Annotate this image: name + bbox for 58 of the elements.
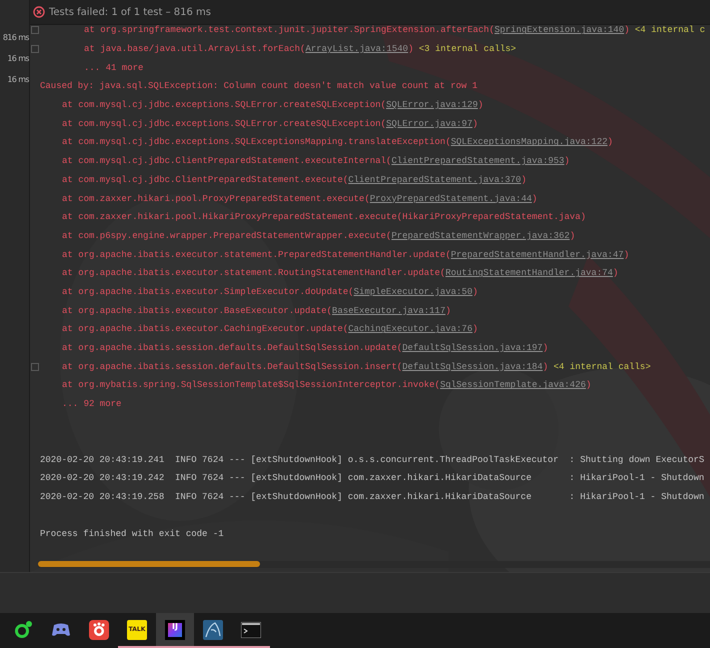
- log-line: 2020-02-20 20:43:19.258 INFO 7624 --- [extShutdownHook] com.zaxxer.hikari.HikariDataSource : HikariPool-1 - Shutdown: [40, 492, 704, 502]
- source-link[interactable]: CachingExecutor.java:76: [348, 324, 472, 334]
- source-link[interactable]: BaseExecutor.java:117: [332, 306, 446, 316]
- source-link[interactable]: ArrayList.java:1540: [305, 44, 408, 54]
- stack-frame: at com.zaxxer.hikari.pool.HikariProxyPreparedStatement.execute(HikariProxyPreparedStatement.java): [62, 212, 586, 222]
- stack-frame: at com.mysql.cj.jdbc.exceptions.SQLExceptionsMapping.translateException(SQLExceptionsMapping.java:122): [62, 137, 613, 148]
- exit-message: Process finished with exit code -1: [40, 528, 224, 539]
- stack-frame: at com.mysql.cj.jdbc.exceptions.SQLError.createSQLException(SQLError.java:129): [62, 100, 484, 110]
- test-duration: 16 ms: [7, 53, 29, 65]
- source-link[interactable]: ProxyPreparedStatement.java:44: [370, 194, 532, 204]
- source-link[interactable]: SQLExceptionsMapping.java:122: [450, 137, 608, 148]
- ide-icon: IJ: [165, 620, 185, 640]
- controller-icon: [51, 620, 71, 639]
- camera-icon: [89, 620, 109, 640]
- log-line: 2020-02-20 20:43:19.241 INFO 7624 --- [extShutdownHook] o.s.s.concurrent.ThreadPoolTaskExecutor : Shutting down ExecutorS: [40, 454, 704, 465]
- source-link[interactable]: SQLError.java:97: [386, 118, 472, 129]
- stack-frame: at org.apache.ibatis.executor.BaseExecutor.update(BaseExecutor.java:117): [62, 306, 451, 316]
- test-duration: 816 ms: [2, 32, 29, 44]
- stack-frame: at org.apache.ibatis.session.defaults.DefaultSqlSession.insert(DefaultSqlSession.java:184): [62, 362, 548, 372]
- stack-frame: at com.mysql.cj.jdbc.ClientPreparedStatement.executeInternal(ClientPreparedStatement.java:953): [62, 156, 570, 166]
- source-link[interactable]: PreparedStatementWrapper.java:362: [391, 230, 570, 241]
- log-line: 2020-02-20 20:43:19.242 INFO 7624 --- [extShutdownHook] com.zaxxer.hikari.HikariDataSource : HikariPool-1 - Shutdown: [40, 473, 704, 484]
- source-link[interactable]: PreparedStatementHandler.java:47: [450, 250, 624, 260]
- stack-frame: at org.apache.ibatis.session.defaults.DefaultSqlSession.update(DefaultSqlSession.java:197): [62, 343, 548, 354]
- test-status: Tests failed: 1 of 1 test – 816 ms: [49, 6, 212, 18]
- stack-frame: at com.zaxxer.hikari.pool.ProxyPreparedStatement.execute(ProxyPreparedStatement.java:44): [62, 194, 538, 204]
- stack-frame: at org.apache.ibatis.executor.statement.PreparedStatementHandler.update(PreparedStatementHandler.java:47): [62, 250, 630, 260]
- scrollbar-thumb[interactable]: [38, 561, 260, 568]
- more-frames[interactable]: ... 41 more: [84, 62, 144, 73]
- cause-line: Caused by: java.sql.SQLException: Column count doesn't match value count at row 1: [40, 81, 478, 92]
- source-link[interactable]: ClientPreparedStatement.java:370: [348, 174, 522, 185]
- ring-icon: [13, 620, 33, 640]
- source-link[interactable]: ClientPreparedStatement.java:953: [391, 156, 564, 166]
- stack-frame: at org.springframework.test.context.junit.jupiter.SpringExtension.afterEach(SpringExtension.java:140): [84, 25, 630, 36]
- source-link[interactable]: SQLError.java:129: [386, 100, 478, 110]
- test-duration: 16 ms: [7, 74, 29, 86]
- stack-frame: at org.apache.ibatis.executor.CachingExecutor.update(CachingExecutor.java:76): [62, 324, 478, 334]
- error-icon: [33, 6, 45, 18]
- internal-calls[interactable]: <4 internal calls>: [548, 362, 651, 372]
- source-link[interactable]: SqlSessionTemplate.java:426: [440, 380, 586, 390]
- stack-frame: at java.base/java.util.ArrayList.forEach(ArrayList.java:1540): [84, 44, 414, 54]
- terminal-icon: [241, 622, 261, 638]
- stack-frame: at com.mysql.cj.jdbc.exceptions.SQLError.createSQLException(SQLError.java:97): [62, 118, 478, 129]
- dolphin-icon: [203, 620, 223, 640]
- source-link[interactable]: DefaultSqlSession.java:184: [402, 362, 543, 372]
- stack-frame: at org.mybatis.spring.SqlSessionTemplate$SqlSessionInterceptor.invoke(SqlSessionTemplate.java:426): [62, 380, 592, 390]
- stack-frame: at org.apache.ibatis.executor.statement.RoutingStatementHandler.update(RoutingStatementHandler.java:74): [62, 268, 618, 278]
- internal-calls[interactable]: <4 internal c: [630, 25, 706, 36]
- source-link[interactable]: DefaultSqlSession.java:197: [402, 343, 543, 354]
- source-link[interactable]: RoutingStatementHandler.java:74: [445, 268, 613, 278]
- more-frames[interactable]: ... 92 more: [62, 399, 122, 410]
- source-link[interactable]: SpringExtension.java:140: [494, 25, 624, 36]
- taskbar-app[interactable]: IJ: [156, 613, 194, 648]
- stack-frame: at com.mysql.cj.jdbc.ClientPreparedStatement.execute(ClientPreparedStatement.java:370): [62, 174, 526, 185]
- internal-calls[interactable]: <3 internal calls>: [413, 44, 516, 54]
- stack-frame: at org.apache.ibatis.executor.SimpleExecutor.doUpdate(SimpleExecutor.java:50): [62, 286, 478, 297]
- stack-frame: at com.p6spy.engine.wrapper.PreparedStatementWrapper.execute(PreparedStatementWrapper.java:362): [62, 230, 576, 241]
- source-link[interactable]: SimpleExecutor.java:50: [354, 286, 472, 297]
